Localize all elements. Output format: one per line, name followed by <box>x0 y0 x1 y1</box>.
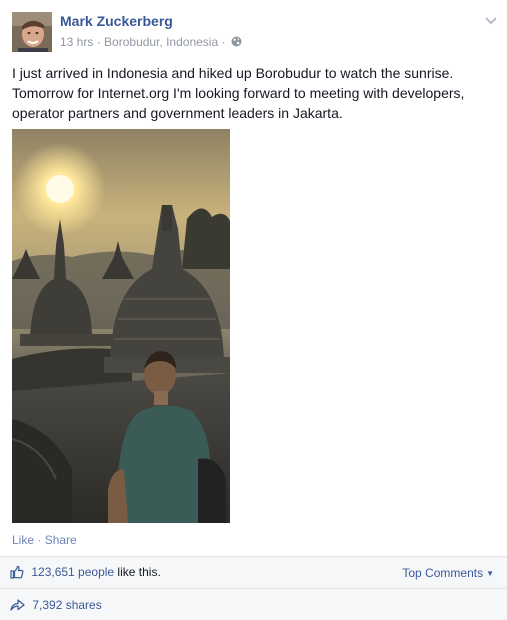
post-timestamp[interactable]: 13 hrs <box>60 35 93 49</box>
like-count-suffix: like this. <box>114 565 161 579</box>
post-card: Mark Zuckerberg 13 hrs · Borobudur, Indo… <box>0 0 507 620</box>
likes-summary: 123,651 people like this. <box>10 565 161 579</box>
caret-down-icon: ▼ <box>486 569 494 578</box>
chevron-down-icon[interactable] <box>484 13 498 25</box>
shares-count: 7,392 shares <box>32 598 102 612</box>
like-count-link[interactable]: 123,651 people <box>31 565 114 579</box>
post-text: I just arrived in Indonesia and hiked up… <box>12 65 465 121</box>
top-comments-dropdown[interactable]: Top Comments ▼ <box>402 566 494 580</box>
author-avatar[interactable] <box>12 12 52 52</box>
top-comments-label: Top Comments <box>402 566 484 580</box>
post-meta: 13 hrs · Borobudur, Indonesia · <box>60 34 242 49</box>
meta-separator: · <box>96 34 101 49</box>
author-name[interactable]: Mark Zuckerberg <box>60 13 173 29</box>
thumbs-up-icon <box>10 565 24 579</box>
ufi-divider <box>0 588 507 589</box>
like-button[interactable]: Like <box>12 533 34 547</box>
share-button[interactable]: Share <box>45 533 77 547</box>
post-actions: Like · Share <box>12 533 77 547</box>
shares-link[interactable]: 7,392 shares <box>10 598 102 612</box>
post-location[interactable]: Borobudur, Indonesia <box>104 35 218 49</box>
meta-separator: · <box>221 34 226 49</box>
post-photo[interactable] <box>12 129 230 523</box>
share-arrow-icon <box>10 598 25 611</box>
globe-icon[interactable] <box>231 36 242 47</box>
action-separator: · <box>37 533 42 547</box>
